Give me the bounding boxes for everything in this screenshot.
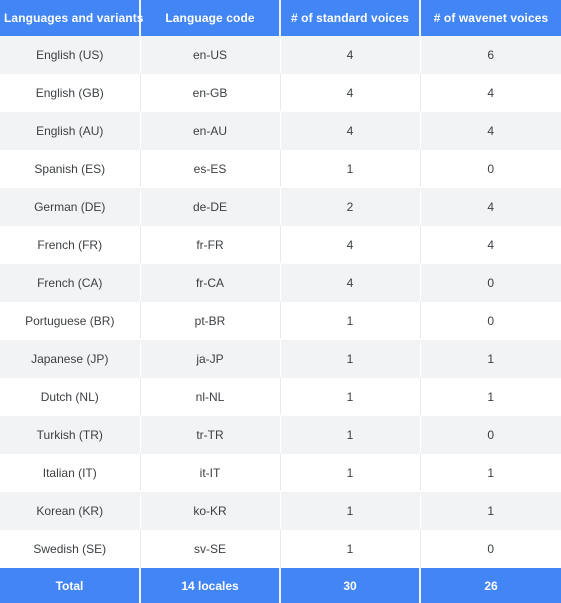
cell-language-code: fr-FR [140,226,280,264]
cell-language-code: pt-BR [140,302,280,340]
cell-wavenet-voices: 1 [420,454,561,492]
cell-standard-voices: 1 [280,492,420,530]
cell-wavenet-voices: 4 [420,226,561,264]
cell-language-code: es-ES [140,150,280,188]
cell-language-code: fr-CA [140,264,280,302]
table-row: Korean (KR)ko-KR11 [0,492,561,530]
cell-standard-voices: 4 [280,74,420,112]
cell-standard-voices: 1 [280,340,420,378]
column-header-standard-voices[interactable]: # of standard voices [280,0,420,36]
table-footer: Total 14 locales 30 26 [0,568,561,603]
table-row: German (DE)de-DE24 [0,188,561,226]
cell-wavenet-voices: 1 [420,492,561,530]
cell-language: Spanish (ES) [0,150,140,188]
cell-language: Italian (IT) [0,454,140,492]
cell-standard-voices: 4 [280,264,420,302]
cell-standard-voices: 1 [280,416,420,454]
cell-language: Dutch (NL) [0,378,140,416]
cell-language: Portuguese (BR) [0,302,140,340]
cell-language: Korean (KR) [0,492,140,530]
table-row: Italian (IT)it-IT11 [0,454,561,492]
voices-table-container: Languages and variants Language code # o… [0,0,561,600]
cell-language: Turkish (TR) [0,416,140,454]
cell-language: English (AU) [0,112,140,150]
cell-language-code: tr-TR [140,416,280,454]
header-row: Languages and variants Language code # o… [0,0,561,36]
total-standard-voices: 30 [280,568,420,603]
cell-standard-voices: 4 [280,36,420,74]
cell-language: English (US) [0,36,140,74]
cell-language-code: ko-KR [140,492,280,530]
cell-language: English (GB) [0,74,140,112]
cell-wavenet-voices: 0 [420,302,561,340]
table-row: Swedish (SE)sv-SE10 [0,530,561,568]
cell-wavenet-voices: 1 [420,378,561,416]
cell-language-code: en-GB [140,74,280,112]
table-row: French (FR)fr-FR44 [0,226,561,264]
cell-standard-voices: 1 [280,454,420,492]
column-header-wavenet-voices[interactable]: # of wavenet voices [420,0,561,36]
cell-standard-voices: 1 [280,378,420,416]
total-label: Total [0,568,140,603]
cell-language-code: it-IT [140,454,280,492]
table-row: English (AU)en-AU44 [0,112,561,150]
cell-language-code: nl-NL [140,378,280,416]
column-header-languages[interactable]: Languages and variants [0,0,140,36]
cell-standard-voices: 2 [280,188,420,226]
cell-language: Swedish (SE) [0,530,140,568]
cell-wavenet-voices: 0 [420,264,561,302]
cell-language-code: en-AU [140,112,280,150]
cell-language: Japanese (JP) [0,340,140,378]
table-row: Portuguese (BR)pt-BR10 [0,302,561,340]
cell-language-code: en-US [140,36,280,74]
cell-standard-voices: 4 [280,226,420,264]
total-locales: 14 locales [140,568,280,603]
cell-language: French (FR) [0,226,140,264]
table-row: Turkish (TR)tr-TR10 [0,416,561,454]
table-body: English (US)en-US46English (GB)en-GB44En… [0,36,561,568]
cell-standard-voices: 1 [280,530,420,568]
cell-wavenet-voices: 6 [420,36,561,74]
table-row: English (US)en-US46 [0,36,561,74]
table-row: Japanese (JP)ja-JP11 [0,340,561,378]
cell-wavenet-voices: 4 [420,112,561,150]
cell-standard-voices: 1 [280,150,420,188]
table-row: English (GB)en-GB44 [0,74,561,112]
cell-wavenet-voices: 1 [420,340,561,378]
column-header-language-code[interactable]: Language code [140,0,280,36]
cell-standard-voices: 4 [280,112,420,150]
table-row: French (CA)fr-CA40 [0,264,561,302]
cell-standard-voices: 1 [280,302,420,340]
table-header: Languages and variants Language code # o… [0,0,561,36]
table-row: Spanish (ES)es-ES10 [0,150,561,188]
cell-language-code: sv-SE [140,530,280,568]
total-row: Total 14 locales 30 26 [0,568,561,603]
cell-language-code: de-DE [140,188,280,226]
cell-wavenet-voices: 0 [420,530,561,568]
cell-wavenet-voices: 4 [420,74,561,112]
cell-language: German (DE) [0,188,140,226]
cell-language-code: ja-JP [140,340,280,378]
cell-wavenet-voices: 0 [420,416,561,454]
total-wavenet-voices: 26 [420,568,561,603]
language-voices-table: Languages and variants Language code # o… [0,0,561,603]
table-row: Dutch (NL)nl-NL11 [0,378,561,416]
cell-language: French (CA) [0,264,140,302]
cell-wavenet-voices: 4 [420,188,561,226]
cell-wavenet-voices: 0 [420,150,561,188]
